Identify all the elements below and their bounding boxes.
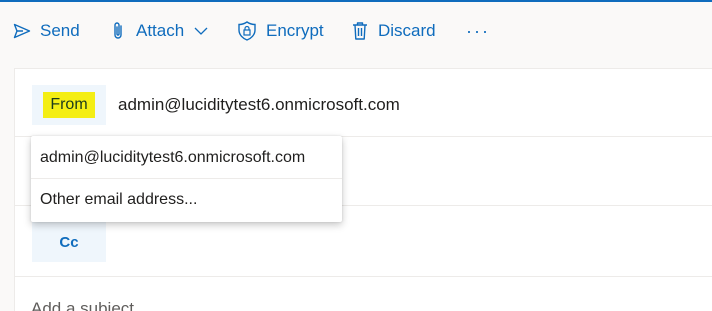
attach-button[interactable]: Attach	[108, 15, 208, 47]
send-icon	[12, 21, 32, 41]
subject-row[interactable]: Add a subject	[15, 277, 712, 311]
more-options-button[interactable]: ···	[466, 15, 490, 47]
more-icon: ···	[466, 20, 490, 41]
subject-input[interactable]: Add a subject	[31, 299, 134, 311]
send-label: Send	[40, 21, 80, 40]
send-button[interactable]: Send	[12, 15, 80, 47]
from-address[interactable]: admin@luciditytest6.onmicrosoft.com	[118, 95, 400, 115]
from-button[interactable]: From	[32, 85, 106, 125]
attach-label: Attach	[136, 21, 185, 40]
from-row: From admin@luciditytest6.onmicrosoft.com	[15, 69, 712, 137]
compose-window: Send Attach Encrypt Discard ··· From adm…	[0, 0, 712, 311]
discard-label: Discard	[378, 21, 436, 40]
paperclip-icon	[108, 20, 128, 42]
dropdown-option-other[interactable]: Other email address...	[31, 180, 342, 220]
encrypt-label: Encrypt	[266, 21, 324, 40]
discard-button[interactable]: Discard	[350, 15, 436, 47]
encrypt-button[interactable]: Encrypt	[236, 15, 324, 47]
dropdown-divider	[31, 178, 342, 179]
chevron-down-icon[interactable]	[194, 26, 208, 36]
from-label: From	[43, 92, 95, 118]
shield-icon	[236, 20, 258, 42]
cc-label: Cc	[59, 233, 79, 251]
compose-toolbar: Send Attach Encrypt Discard ···	[0, 2, 712, 60]
dropdown-option-address[interactable]: admin@luciditytest6.onmicrosoft.com	[31, 138, 342, 178]
cc-button[interactable]: Cc	[32, 222, 106, 262]
trash-icon	[350, 20, 370, 42]
from-dropdown-menu: admin@luciditytest6.onmicrosoft.com Othe…	[31, 136, 342, 222]
